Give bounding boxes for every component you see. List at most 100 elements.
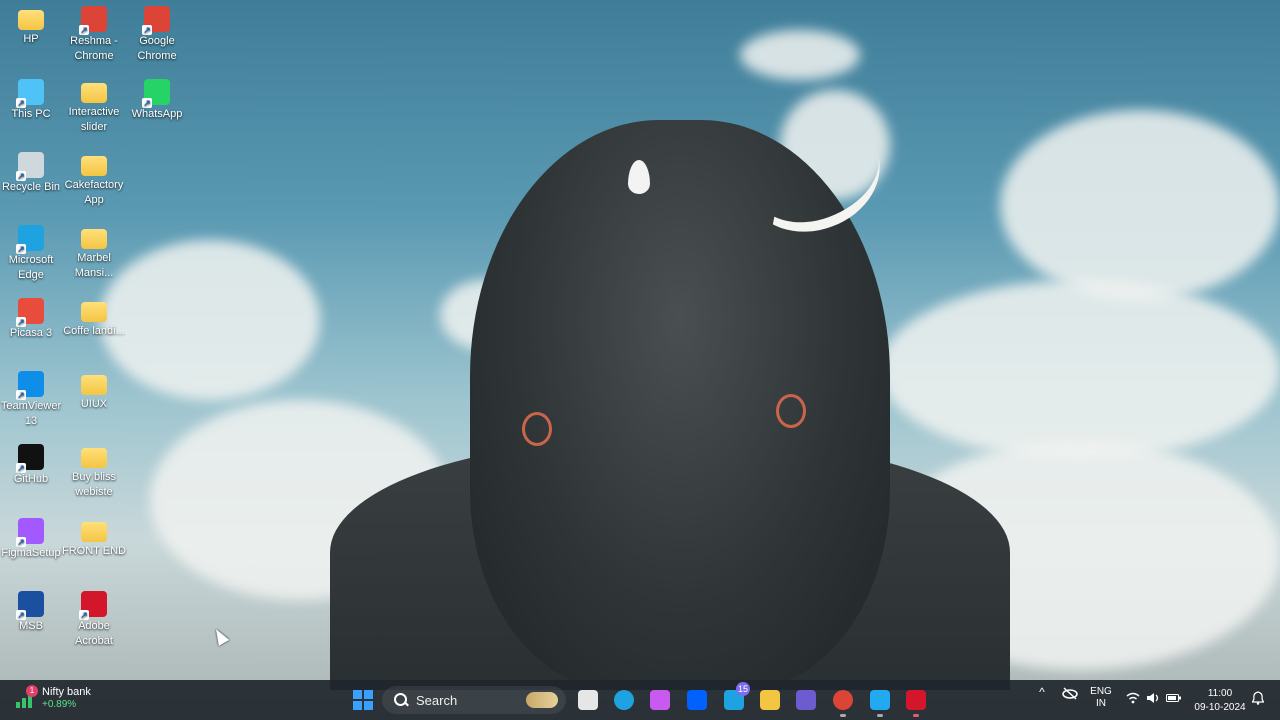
desktop-icon[interactable]: FigmaSetup [0, 514, 63, 561]
desktop-wallpaper [0, 0, 1280, 720]
folder-icon [81, 229, 107, 249]
desktop-icon-label: Cakefactory App [64, 179, 124, 206]
desktop-icon[interactable]: GitHub [0, 440, 63, 487]
desktop-icon-label: Recycle Bin [1, 181, 61, 193]
desktop-icon[interactable]: Reshma - Chrome [62, 2, 126, 64]
quick-settings-button[interactable] [1122, 686, 1186, 704]
dropbox-icon [687, 690, 707, 710]
widget-badge: 1 [26, 684, 38, 697]
language-indicator[interactable]: ENG IN [1086, 686, 1116, 710]
search-label: Search [416, 692, 458, 708]
folder-icon [18, 10, 44, 30]
folder-icon [760, 690, 780, 710]
desktop-icon-label: Buy bliss webiste [71, 471, 117, 498]
widget-change: +0.89% [42, 699, 77, 710]
monitor-icon [16, 79, 44, 108]
taskbar-app-edge[interactable] [610, 686, 638, 714]
clock[interactable]: 11:00 09-10-2024 [1188, 687, 1252, 715]
recycle-bin-icon [16, 152, 44, 181]
desktop-icon-label: Coffe landi... [63, 325, 125, 337]
whatsapp-icon [142, 79, 170, 108]
desktop-icon-label: This PC [11, 108, 51, 120]
language-code: ENG [1090, 686, 1112, 697]
region-code: IN [1096, 698, 1106, 709]
battery-icon [1166, 694, 1181, 702]
taskbar-app-task-view[interactable] [574, 686, 602, 714]
taskbar-app-chrome[interactable] [829, 686, 857, 717]
vscode-icon [870, 690, 890, 710]
clock-time: 11:00 [1207, 688, 1233, 699]
taskbar-app-copilot[interactable] [646, 686, 674, 714]
clock-date: 09-10-2024 [1194, 702, 1246, 713]
folder-icon [81, 375, 107, 395]
edge-icon [16, 225, 44, 254]
bell-icon [1251, 691, 1265, 705]
github-icon [16, 444, 44, 473]
taskbar-app-file-explorer[interactable] [756, 686, 784, 714]
desktop-icon[interactable]: TeamViewer 13 [0, 367, 63, 429]
running-indicator [877, 714, 883, 717]
widget-title: Nifty bank [42, 686, 91, 698]
desktop-icon[interactable]: Buy bliss webiste [62, 440, 126, 500]
desktop-icon-label: Adobe Acrobat [75, 620, 113, 647]
show-hidden-icons-button[interactable]: ^ [1034, 686, 1050, 698]
cloud-off-icon [1062, 687, 1078, 700]
taskbar-app-vscode[interactable] [866, 686, 894, 717]
taskbar-app-media-player[interactable] [792, 686, 820, 714]
desktop-icon[interactable]: UIUX [62, 367, 126, 412]
desktop-icon[interactable]: Google Chrome [125, 2, 189, 64]
folder-icon [81, 83, 107, 103]
desktop-icon-label: Marbel Mansi... [74, 252, 114, 279]
desktop-icon[interactable]: Adobe Acrobat [62, 587, 126, 649]
taskbar-app-acrobat[interactable] [902, 686, 930, 717]
desktop-icon[interactable]: Interactive slider [62, 75, 126, 135]
app-badge: 15 [736, 682, 750, 696]
desktop-icon-label: FRONT END [62, 545, 126, 557]
figma-icon [16, 518, 44, 547]
teamviewer-icon [16, 371, 44, 400]
msb-icon [16, 591, 44, 620]
copilot-icon [650, 690, 670, 710]
desktop-icon-label: TeamViewer 13 [0, 400, 62, 427]
acrobat-icon [79, 591, 107, 620]
search-icon [394, 693, 408, 707]
desktop-icon[interactable]: Coffe landi... [62, 294, 126, 339]
desktop-icon-label: Google Chrome [137, 35, 177, 62]
media-player-icon [796, 690, 816, 710]
stock-chart-icon: 1 [14, 684, 38, 710]
desktop-icon-label: Interactive slider [68, 106, 120, 133]
folder-icon [81, 448, 107, 468]
desktop-icon-label: UIUX [80, 398, 108, 410]
desktop-icon[interactable]: WhatsApp [125, 75, 189, 122]
folder-icon [81, 302, 107, 322]
running-indicator [913, 714, 919, 717]
notifications-button[interactable] [1250, 686, 1266, 709]
desktop-icon[interactable]: Cakefactory App [62, 148, 126, 208]
network-tray-icon[interactable] [1060, 686, 1080, 704]
start-button[interactable] [349, 686, 377, 714]
desktop-icon-label: WhatsApp [131, 108, 183, 120]
edge-icon [614, 690, 634, 710]
desktop-icon[interactable]: This PC [0, 75, 63, 122]
desktop-icon-label: HP [23, 33, 39, 45]
taskbar-app-dropbox[interactable] [683, 686, 711, 714]
chrome-icon [79, 6, 107, 35]
desktop-icon[interactable]: HP [0, 2, 63, 47]
running-indicator [840, 714, 846, 717]
desktop-icon[interactable]: FRONT END [62, 514, 126, 559]
desktop-icon-label: GitHub [13, 473, 49, 485]
folder-icon [81, 522, 107, 542]
desktop-icon-label: Microsoft Edge [8, 254, 54, 281]
desktop-icon[interactable]: Microsoft Edge [0, 221, 63, 283]
taskbar-app-mail[interactable]: 15 [720, 682, 750, 714]
stock-widget[interactable]: 1 Nifty bank +0.89% [14, 684, 91, 711]
desktop-icon[interactable]: Picasa 3 [0, 294, 63, 341]
windows-start-icon [353, 690, 373, 710]
desktop-icon[interactable]: Recycle Bin [0, 148, 63, 195]
desktop-icon-label: Picasa 3 [9, 327, 53, 339]
desktop-icon[interactable]: MSB [0, 587, 63, 634]
wifi-icon [1126, 692, 1140, 704]
chevron-up-icon: ^ [1039, 685, 1045, 699]
desktop-icon[interactable]: Marbel Mansi... [62, 221, 126, 281]
taskbar-search[interactable]: Search [382, 686, 566, 714]
